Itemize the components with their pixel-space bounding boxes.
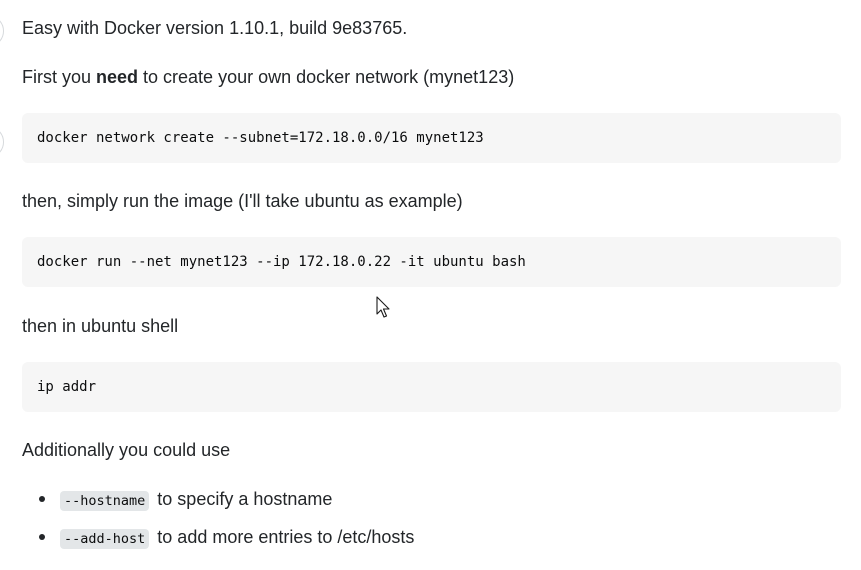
list-item-hostname-text: to specify a hostname (157, 489, 333, 509)
options-list: --hostname to specify a hostname --add-h… (22, 487, 414, 563)
vote-circle-edge (0, 15, 4, 47)
bullet-icon (39, 496, 45, 502)
intro-text: Easy with Docker version 1.10.1, build 9… (22, 18, 408, 38)
mouse-pointer-icon (376, 296, 390, 318)
network-instruction-start: First you (22, 67, 97, 87)
list-item-add-host-text: to add more entries to /etc/hosts (157, 527, 415, 547)
network-instruction: First you need to create your own docker… (22, 65, 514, 89)
run-image-instruction: then, simply run the image (I'll take ub… (22, 191, 463, 211)
network-instruction-end: to create your own docker network (mynet… (138, 67, 515, 87)
emphasis-need: need (96, 67, 139, 87)
vote-circle-edge-lower (0, 126, 4, 158)
inline-code-add-host: --add-host (60, 529, 150, 549)
shell-instruction: then in ubuntu shell (22, 316, 179, 336)
list-item-hostname: --hostname to specify a hostname (22, 487, 414, 525)
inline-code-hostname: --hostname (60, 491, 150, 511)
code-block-docker-run: docker run --net mynet123 --ip 172.18.0.… (22, 237, 841, 287)
code-block-network-create: docker network create --subnet=172.18.0.… (22, 113, 841, 163)
additional-options-text: Additionally you could use (22, 440, 231, 460)
bullet-icon (39, 534, 45, 540)
code-block-ip-addr: ip addr (22, 362, 841, 412)
list-item-add-host: --add-host to add more entries to /etc/h… (22, 525, 414, 563)
